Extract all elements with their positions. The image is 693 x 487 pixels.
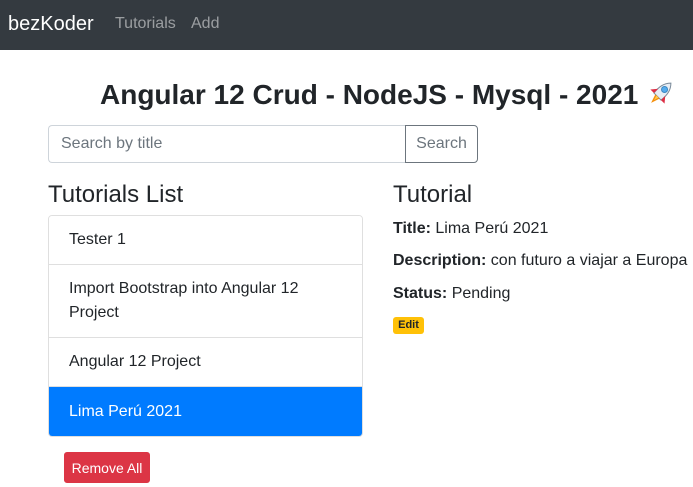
tutorial-detail-heading: Tutorial <box>393 181 473 208</box>
rocket-icon <box>644 76 678 110</box>
list-item[interactable]: Tester 1 <box>49 216 362 265</box>
status-value: Pending <box>451 285 511 302</box>
tutorial-status-row: Status: Pending <box>393 284 510 304</box>
tutorial-description-row: Description: con futuro a viajar a Europ… <box>393 251 687 271</box>
page-title-text: Angular 12 Crud - NodeJS - Mysql - 2021 <box>100 79 639 110</box>
nav-link-tutorials[interactable]: Tutorials <box>115 14 176 34</box>
tutorial-title-row: Title: Lima Perú 2021 <box>393 219 548 239</box>
description-label: Description: <box>393 252 487 269</box>
nav-link-add[interactable]: Add <box>191 14 219 34</box>
search-input[interactable] <box>48 125 406 163</box>
search-button[interactable]: Search <box>405 125 478 163</box>
brand-link[interactable]: bezKoder <box>8 12 94 36</box>
title-label: Title: <box>393 220 431 237</box>
list-item[interactable]: Angular 12 Project <box>49 338 362 387</box>
description-value: con futuro a viajar a Europa <box>490 252 688 269</box>
list-item-selected[interactable]: Lima Perú 2021 <box>49 387 362 436</box>
remove-all-button[interactable]: Remove All <box>64 452 150 483</box>
list-item[interactable]: Import Bootstrap into Angular 12 Project <box>49 265 362 338</box>
tutorials-list-heading: Tutorials List <box>48 181 184 208</box>
top-navbar: bezKoder Tutorials Add <box>0 0 693 50</box>
status-label: Status: <box>393 285 448 302</box>
title-value: Lima Perú 2021 <box>435 220 549 237</box>
tutorials-list: Tester 1 Import Bootstrap into Angular 1… <box>48 215 363 437</box>
edit-button[interactable]: Edit <box>393 317 424 334</box>
page-title: Angular 12 Crud - NodeJS - Mysql - 2021 <box>100 76 678 112</box>
